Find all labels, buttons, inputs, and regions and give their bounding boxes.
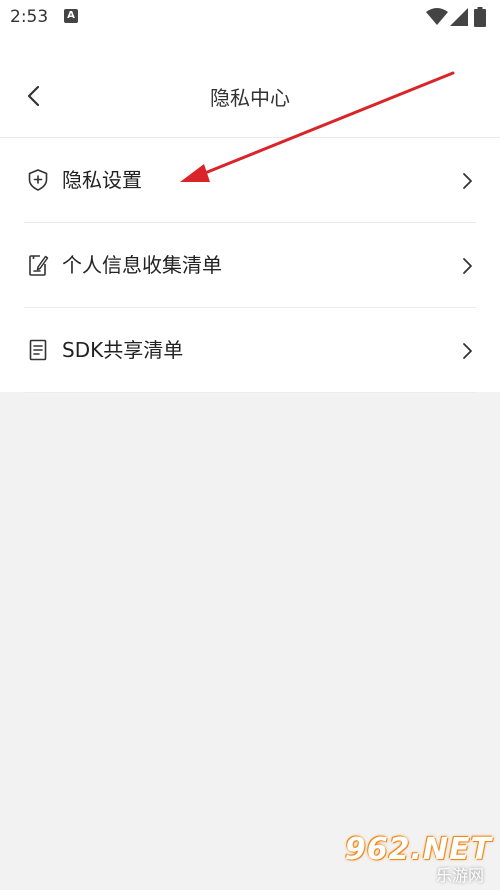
app-header: 隐私中心 bbox=[0, 36, 500, 138]
menu-item-sdk-sharing-list[interactable]: SDK共享清单 bbox=[0, 308, 500, 393]
status-indicators bbox=[426, 7, 488, 29]
status-time: 2:53 bbox=[10, 7, 49, 27]
page-title: 隐私中心 bbox=[210, 86, 290, 110]
watermark-logo: 962.NET 乐游网 bbox=[345, 832, 492, 886]
privacy-menu-list: 隐私设置 个人信息收集清单 SDK共享清单 bbox=[0, 138, 500, 393]
battery-icon bbox=[474, 7, 486, 27]
signal-icon bbox=[450, 8, 468, 26]
menu-item-privacy-settings[interactable]: 隐私设置 bbox=[0, 138, 500, 223]
status-bar: 2:53 A bbox=[0, 0, 500, 36]
clipboard-pen-icon bbox=[29, 255, 49, 276]
watermark-sub-text: 乐游网 bbox=[435, 866, 484, 885]
chevron-right-icon bbox=[463, 173, 472, 189]
menu-item-label: 隐私设置 bbox=[62, 168, 142, 192]
divider bbox=[24, 392, 476, 393]
chevron-right-icon bbox=[463, 258, 472, 274]
menu-item-label: 个人信息收集清单 bbox=[62, 253, 222, 277]
notification-a-icon: A bbox=[64, 9, 78, 23]
chevron-right-icon bbox=[463, 343, 472, 359]
document-list-icon bbox=[29, 339, 47, 361]
shield-plus-icon bbox=[28, 169, 48, 191]
menu-item-label: SDK共享清单 bbox=[62, 338, 184, 362]
wifi-icon bbox=[426, 8, 448, 25]
menu-item-personal-info-list[interactable]: 个人信息收集清单 bbox=[0, 223, 500, 308]
